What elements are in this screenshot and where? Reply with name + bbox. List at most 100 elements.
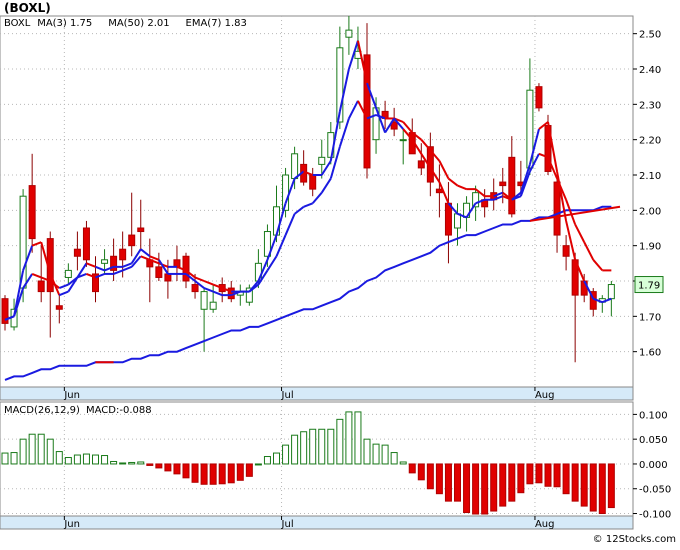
macd-bar-negative (472, 463, 480, 515)
candle-down (508, 156, 516, 215)
candle-down (119, 248, 127, 261)
macd-bar-negative (182, 463, 190, 479)
candle-down (137, 227, 145, 233)
macd-bar-negative (598, 463, 606, 515)
macd-bar-negative (571, 463, 579, 502)
candle-down (191, 284, 199, 293)
macd-tick-label: -0.100 (639, 510, 671, 521)
macd-bar-negative (417, 463, 425, 481)
macd-bar-negative (526, 463, 534, 485)
candle-down (37, 280, 45, 293)
price-x-label: Aug (535, 390, 555, 401)
macd-bar-negative (426, 463, 434, 490)
macd-bar-positive (273, 452, 280, 465)
candle-up (101, 259, 109, 264)
candle-down (55, 305, 63, 310)
price-tick-label: 1.60 (639, 348, 661, 359)
price-tick-label: 2.00 (639, 206, 661, 217)
macd-bar-negative (200, 463, 208, 485)
macd-bar-positive (28, 433, 36, 465)
macd-bar-positive (137, 461, 145, 465)
macd-legend-value: MACD:-0.088 (86, 405, 152, 416)
macd-bar-negative (146, 463, 154, 466)
macd-bar-positive (37, 433, 45, 465)
macd-bar-positive (55, 451, 63, 465)
macd-tick-label: -0.050 (639, 485, 671, 496)
last-price-label: 1.79 (638, 281, 660, 292)
price-tick-label: 2.30 (639, 100, 661, 111)
macd-bar-negative (435, 463, 443, 495)
candle-down (155, 266, 163, 278)
macd-bar-negative (544, 463, 552, 487)
macd-bar-positive (10, 452, 18, 465)
macd-x-label: Jul (281, 519, 294, 530)
candle-down (435, 188, 443, 194)
price-tick-label: 1.70 (639, 312, 661, 323)
macd-bar-negative (444, 463, 452, 502)
macd-bar-negative (191, 463, 199, 483)
macd-bar-positive (309, 428, 317, 465)
macd-bar-positive (345, 411, 353, 465)
macd-bar-positive (92, 454, 99, 465)
macd-tick-label: 0.100 (639, 410, 668, 421)
price-panel: 2.502.402.302.202.102.001.901.801.701.60… (0, 15, 664, 401)
macd-bar-positive (263, 456, 271, 465)
macd-bar-negative (481, 463, 489, 515)
macd-bar-positive (354, 411, 362, 465)
candle-down (82, 227, 90, 261)
macd-bar-negative (173, 463, 181, 475)
macd-bar-negative (227, 463, 235, 484)
macd-bar-positive (300, 431, 308, 465)
macd-bar-negative (236, 463, 244, 481)
macd-bar-negative (245, 463, 253, 477)
macd-panel: 0.100 0.050 0.000 -0.050 -0.100 MACD:-0.088 Ju… (0, 401, 671, 530)
candle-down (164, 273, 172, 282)
candle-up (345, 29, 353, 38)
macd-bar-positive (128, 461, 136, 465)
macd-bar-positive (254, 463, 262, 466)
price-legend-item: BOXL (4, 18, 31, 29)
candle-down (417, 160, 425, 169)
macd-bar-positive (381, 444, 389, 465)
macd-bar-negative (562, 463, 570, 495)
price-tick-label: 1.90 (639, 242, 661, 253)
price-x-label: Jul (281, 390, 294, 401)
macd-bar-negative (508, 463, 516, 502)
macd-title: MACD(26,12,9) (4, 405, 80, 416)
macd-bar-positive (327, 428, 335, 465)
macd-bar-positive (46, 438, 54, 465)
macd-bar-negative (535, 463, 543, 484)
chart-svg: 2.502.402.302.202.102.001.901.801.701.60… (0, 1, 676, 545)
candle-down (553, 181, 561, 236)
candle-up (291, 153, 299, 180)
candle-down (444, 202, 452, 236)
macd-bar-negative (454, 463, 461, 502)
macd-bar-negative (490, 463, 498, 512)
macd-bar-positive (101, 455, 109, 465)
macd-bar-positive (363, 438, 371, 465)
macd-bar-positive (1, 452, 9, 465)
candle-up (607, 284, 615, 300)
macd-bar-positive (73, 454, 81, 465)
macd-bar-negative (155, 463, 163, 469)
macd-bar-negative (607, 463, 615, 509)
macd-bar-positive (119, 462, 127, 465)
price-legend-item: MA(50) 2.01 (108, 18, 169, 29)
macd-bar-negative (463, 463, 471, 514)
macd-bar-positive (399, 461, 407, 465)
macd-bar-positive (291, 434, 299, 465)
chart-root: 2.502.402.302.202.102.001.901.801.701.60… (0, 0, 680, 546)
candle-down (73, 248, 81, 257)
macd-bar-positive (82, 453, 90, 465)
candle-down (28, 185, 36, 240)
price-plot-area (0, 15, 634, 388)
macd-bar-positive (372, 443, 380, 465)
candle-down (535, 86, 543, 109)
candle-up (318, 156, 326, 165)
macd-bar-negative (499, 463, 507, 507)
candle-up (64, 269, 72, 278)
macd-bar-negative (580, 463, 588, 507)
macd-x-label: Aug (535, 519, 555, 530)
macd-bar-negative (553, 463, 561, 488)
macd-x-label: Jun (63, 519, 80, 530)
